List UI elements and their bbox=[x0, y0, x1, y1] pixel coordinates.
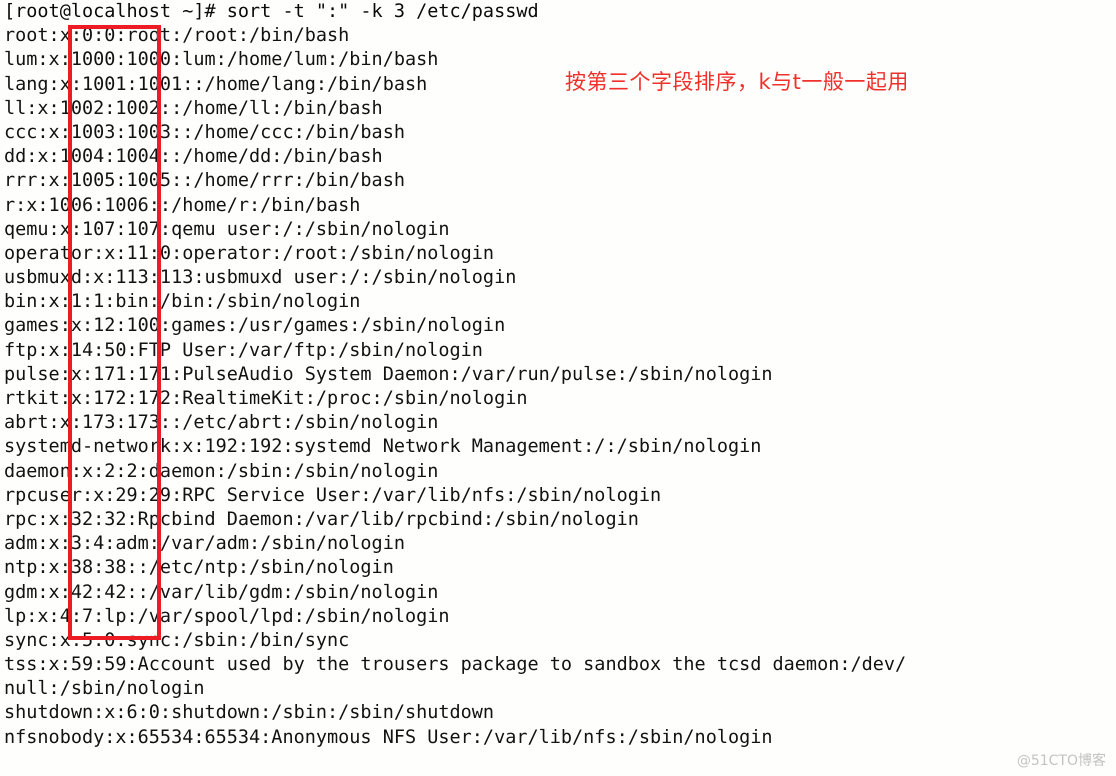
passwd-entry-line: systemd-network:x:192:192:systemd Networ… bbox=[4, 436, 762, 458]
passwd-entry-line: rrr:x:1005:1005::/home/rrr:/bin/bash bbox=[4, 170, 405, 192]
passwd-entry-line: abrt:x:173:173::/etc/abrt:/sbin/nologin bbox=[4, 412, 439, 434]
passwd-entry-line: bin:x:1:1:bin:/bin:/sbin/nologin bbox=[4, 291, 361, 313]
passwd-entry-line: ll:x:1002:1002::/home/ll:/bin/bash bbox=[4, 97, 383, 119]
passwd-entry-line: lang:x:1001:1001::/home/lang:/bin/bash bbox=[4, 73, 428, 95]
passwd-entry-line: nfsnobody:x:65534:65534:Anonymous NFS Us… bbox=[4, 726, 773, 748]
site-watermark: @51CTO博客 bbox=[1016, 753, 1106, 769]
passwd-entry-line: root:x:0:0:root:/root:/bin/bash bbox=[4, 25, 350, 47]
passwd-entry-line: lum:x:1000:1000:lum:/home/lum:/bin/bash bbox=[4, 49, 439, 71]
passwd-entry-line: ccc:x:1003:1003::/home/ccc:/bin/bash bbox=[4, 121, 405, 143]
terminal-window[interactable]: [root@localhost ~]# sort -t ":" -k 3 /et… bbox=[0, 0, 1116, 776]
passwd-entry-line: adm:x:3:4:adm:/var/adm:/sbin/nologin bbox=[4, 533, 405, 555]
terminal-output[interactable]: [root@localhost ~]# sort -t ":" -k 3 /et… bbox=[4, 0, 1112, 750]
passwd-entry-line: daemon:x:2:2:daemon:/sbin:/sbin/nologin bbox=[4, 460, 439, 482]
passwd-entry-line: r:x:1006:1006::/home/r:/bin/bash bbox=[4, 194, 361, 216]
passwd-entry-line: ntp:x:38:38::/etc/ntp:/sbin/nologin bbox=[4, 557, 394, 579]
passwd-entry-line: pulse:x:171:171:PulseAudio System Daemon… bbox=[4, 363, 773, 385]
passwd-entry-line: shutdown:x:6:0:shutdown:/sbin:/sbin/shut… bbox=[4, 702, 495, 724]
passwd-entry-line: dd:x:1004:1004::/home/dd:/bin/bash bbox=[4, 146, 383, 168]
passwd-entry-line: usbmuxd:x:113:113:usbmuxd user:/:/sbin/n… bbox=[4, 267, 517, 289]
prompt-line: [root@localhost ~]# sort -t ":" -k 3 /et… bbox=[4, 1, 539, 22]
passwd-entry-line: rpc:x:32:32:Rpcbind Daemon:/var/lib/rpcb… bbox=[4, 508, 639, 530]
passwd-entry-line: rtkit:x:172:172:RealtimeKit:/proc:/sbin/… bbox=[4, 388, 528, 409]
annotation-text: 按第三个字段排序，k与t一般一起用 bbox=[565, 70, 909, 94]
passwd-entry-line: operator:x:11:0:operator:/root:/sbin/nol… bbox=[4, 242, 495, 264]
passwd-entry-line: games:x:12:100:games:/usr/games:/sbin/no… bbox=[4, 315, 506, 337]
passwd-entry-line: sync:x:5:0:sync:/sbin:/bin/sync bbox=[4, 629, 350, 651]
passwd-entry-line: null:/sbin/nologin bbox=[4, 678, 205, 700]
passwd-entry-line: rpcuser:x:29:29:RPC Service User:/var/li… bbox=[4, 484, 662, 506]
passwd-entry-line: ftp:x:14:50:FTP User:/var/ftp:/sbin/nolo… bbox=[4, 339, 483, 361]
passwd-entry-line: gdm:x:42:42::/var/lib/gdm:/sbin/nologin bbox=[4, 581, 439, 603]
passwd-entry-line: lp:x:4:7:lp:/var/spool/lpd:/sbin/nologin bbox=[4, 605, 450, 627]
passwd-entry-line: tss:x:59:59:Account used by the trousers… bbox=[4, 654, 907, 676]
passwd-entry-line: qemu:x:107:107:qemu user:/:/sbin/nologin bbox=[4, 218, 450, 240]
